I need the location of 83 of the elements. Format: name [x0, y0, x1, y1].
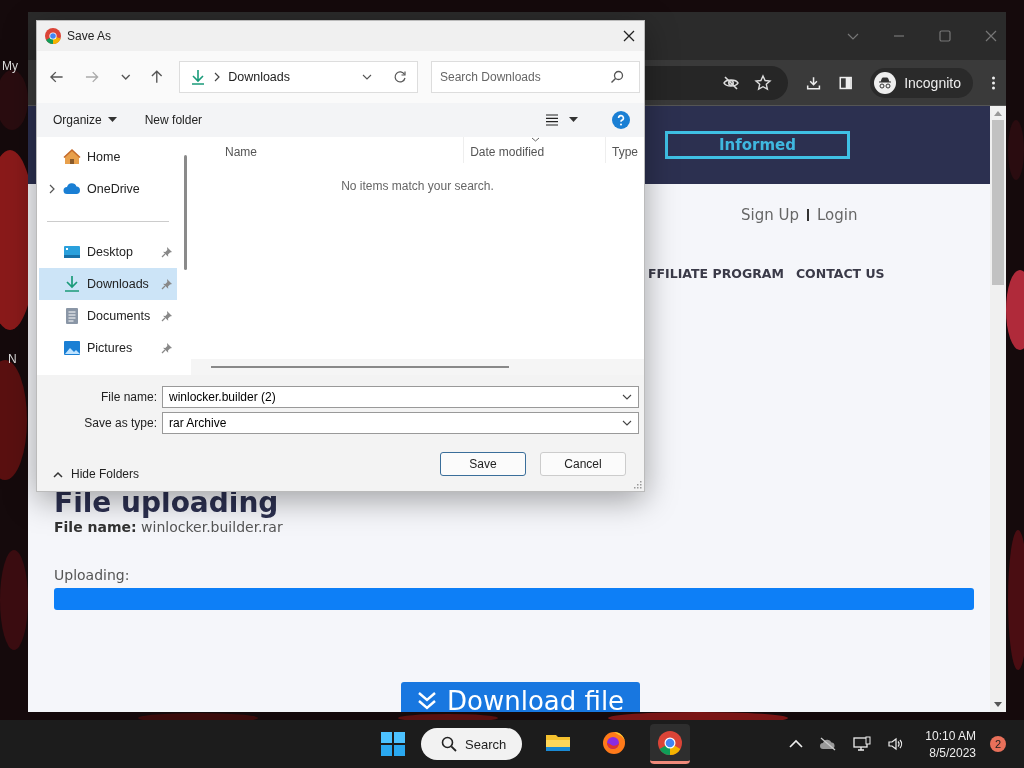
- chevron-right-icon[interactable]: [49, 184, 55, 194]
- nav-pane-item[interactable]: Home: [39, 141, 177, 173]
- chevron-right-icon: [214, 72, 221, 82]
- column-header[interactable]: Name: [191, 137, 464, 163]
- resize-grip-icon[interactable]: [634, 481, 642, 489]
- double-chevron-icon: [417, 690, 437, 712]
- dialog-button[interactable]: Save: [440, 452, 526, 476]
- nav-pane-item[interactable]: OneDrive: [39, 173, 177, 205]
- star-icon[interactable]: [753, 73, 772, 92]
- auth-link[interactable]: Login: [817, 206, 858, 224]
- chrome-icon: [45, 28, 61, 44]
- field-label: File name:: [99, 390, 157, 404]
- close-icon[interactable]: [622, 29, 636, 43]
- taskbar-search[interactable]: Search: [421, 728, 523, 760]
- caret-icon: [107, 117, 117, 123]
- firefox-icon: [601, 729, 628, 756]
- file-name-text: File name: winlocker.builder.rar: [54, 519, 283, 535]
- download-icon: [63, 275, 81, 293]
- clock-date[interactable]: 8/5/2023: [929, 745, 976, 760]
- profile-button[interactable]: Incognito: [870, 67, 973, 98]
- chevron-up-icon[interactable]: [789, 739, 804, 749]
- notification-badge[interactable]: 2: [990, 736, 1006, 752]
- pin-icon[interactable]: [161, 278, 173, 290]
- home-icon: [63, 148, 81, 166]
- address-field[interactable]: Downloads: [179, 61, 418, 93]
- download-icon: [190, 69, 207, 85]
- back-icon[interactable]: [49, 69, 65, 85]
- command-button[interactable]: Organize: [47, 111, 123, 129]
- combo-field[interactable]: winlocker.builder (2): [162, 386, 639, 408]
- progress-label: Uploading:: [54, 567, 130, 583]
- header-button[interactable]: Informed: [665, 131, 850, 159]
- nav-pane-item[interactable]: Pictures: [39, 332, 177, 364]
- nav-pane-item[interactable]: Downloads: [39, 268, 177, 300]
- desktop-icon: [63, 243, 81, 261]
- chrome-icon: [657, 729, 684, 756]
- sort-chevron-icon: [530, 137, 540, 142]
- windows-start-icon[interactable]: [381, 732, 405, 756]
- up-arrow-icon[interactable]: [148, 69, 165, 85]
- profile-label: Incognito: [904, 74, 961, 91]
- pin-icon[interactable]: [161, 246, 173, 258]
- help-icon[interactable]: [612, 111, 630, 129]
- location-text: Downloads: [228, 70, 291, 84]
- nav-link[interactable]: CONTACT US: [795, 266, 885, 281]
- combo-field[interactable]: rar Archive: [162, 412, 639, 434]
- search-icon: [441, 736, 457, 752]
- list-view-icon: [545, 114, 559, 126]
- scrollbar[interactable]: [990, 106, 1006, 712]
- auth-link[interactable]: Sign Up: [741, 206, 799, 224]
- scrollbar[interactable]: [191, 359, 644, 375]
- document-icon: [63, 307, 81, 325]
- incognito-icon: [874, 71, 897, 94]
- pin-icon[interactable]: [161, 342, 173, 354]
- taskbar-app[interactable]: [650, 724, 691, 764]
- dialog-button[interactable]: Cancel: [540, 452, 626, 476]
- network-icon[interactable]: [853, 736, 872, 752]
- pin-icon[interactable]: [161, 310, 173, 322]
- column-header[interactable]: Date modified: [463, 137, 605, 163]
- more-icon[interactable]: [990, 73, 996, 92]
- hide-folders-button[interactable]: Hide Folders: [47, 466, 146, 482]
- scrollbar-thumb[interactable]: [211, 366, 509, 368]
- scroll-down-icon[interactable]: [994, 702, 1002, 708]
- column-header[interactable]: Type: [605, 137, 644, 163]
- caret-icon: [569, 117, 578, 123]
- refresh-icon[interactable]: [392, 70, 407, 84]
- eye-off-icon[interactable]: [721, 73, 740, 92]
- empty-message: No items match your search.: [341, 179, 494, 193]
- nav-pane-item[interactable]: Desktop: [39, 236, 177, 268]
- scrollbar-thumb[interactable]: [184, 155, 187, 270]
- nav-pane-item[interactable]: Documents: [39, 300, 177, 332]
- volume-icon[interactable]: [887, 736, 904, 752]
- picture-icon: [63, 339, 81, 357]
- search-icon[interactable]: [609, 70, 624, 84]
- side-panel-icon[interactable]: [838, 74, 853, 91]
- scrollbar-thumb[interactable]: [992, 120, 1004, 285]
- field-label: Save as type:: [83, 416, 157, 430]
- dialog-title: Save As: [67, 29, 112, 43]
- clock-time[interactable]: 10:10 AM: [925, 728, 976, 743]
- nav-link[interactable]: FFILIATE PROGRAM: [648, 266, 784, 281]
- cloud-off-icon[interactable]: [819, 737, 838, 751]
- search-field[interactable]: Search Downloads: [430, 61, 640, 93]
- download-button[interactable]: Download file: [401, 682, 641, 712]
- chevron-up-icon: [53, 470, 63, 478]
- command-button[interactable]: New folder: [138, 111, 209, 129]
